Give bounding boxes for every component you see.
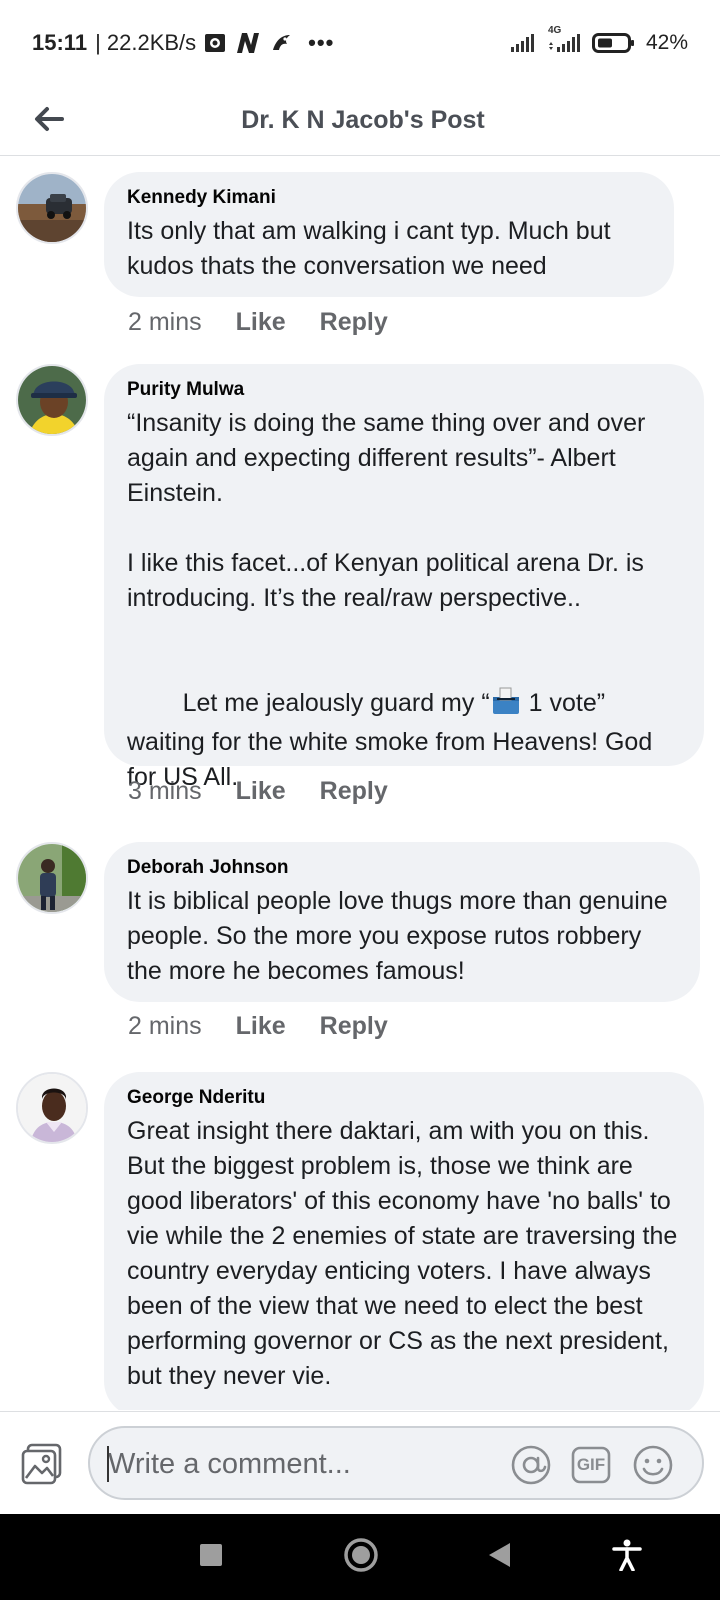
comment-list: Kennedy Kimani Its only that am walking … xyxy=(0,157,720,1410)
notification-app-icon xyxy=(204,33,226,53)
status-more-icon: ••• xyxy=(308,30,335,55)
comment-actions: 2 mins Like Reply xyxy=(128,1012,388,1041)
like-button[interactable]: Like xyxy=(236,308,286,337)
avatar[interactable] xyxy=(16,1072,88,1144)
comment-bubble: George Nderitu Great insight there dakta… xyxy=(104,1072,704,1410)
system-nav-bar xyxy=(0,1514,720,1600)
comment-actions: 3 mins Like Reply xyxy=(128,777,388,806)
comment-text-quote: “Insanity is doing the same thing over a… xyxy=(127,409,653,507)
comment-text: Great insight there daktari, am with you… xyxy=(127,1117,685,1390)
post-header: Dr. K N Jacob's Post xyxy=(0,86,720,156)
comment-text-paragraph: I like this facet...of Kenyan political … xyxy=(127,549,651,612)
signal-4g-icon: 4G xyxy=(546,25,582,53)
comment-bubble: Deborah Johnson It is biblical people lo… xyxy=(104,842,700,1002)
emoji-icon xyxy=(632,1445,674,1490)
reply-button[interactable]: Reply xyxy=(320,777,388,806)
comment-author[interactable]: George Nderitu xyxy=(127,1086,682,1110)
avatar[interactable] xyxy=(16,842,88,914)
like-button[interactable]: Like xyxy=(236,1012,286,1041)
circle-icon xyxy=(343,1537,379,1578)
reply-button[interactable]: Reply xyxy=(320,1012,388,1041)
comment-author[interactable]: Purity Mulwa xyxy=(127,378,682,402)
reply-button[interactable]: Reply xyxy=(320,308,388,337)
accessibility-icon xyxy=(612,1539,642,1576)
status-bar: 15:11 | 22.2KB/s ••• 4G 42% xyxy=(0,0,720,86)
arrow-left-icon xyxy=(34,106,64,137)
photo-button[interactable] xyxy=(20,1442,64,1486)
accessibility-button[interactable] xyxy=(604,1534,650,1580)
comment-bubble: Purity Mulwa “Insanity is doing the same… xyxy=(104,364,704,791)
avatar[interactable] xyxy=(16,364,88,436)
comment-input-container[interactable]: GIF xyxy=(88,1426,704,1500)
notification-n-icon xyxy=(234,31,262,55)
square-icon xyxy=(199,1543,223,1572)
signal-icon xyxy=(510,33,536,53)
battery-icon xyxy=(591,32,636,54)
avatar[interactable] xyxy=(16,172,88,244)
emoji-button[interactable] xyxy=(632,1444,674,1486)
comment-time[interactable]: 3 mins xyxy=(128,777,202,806)
comment-text: It is biblical people love thugs more th… xyxy=(127,887,675,985)
comment-bubble: Kennedy Kimani Its only that am walking … xyxy=(104,172,674,297)
comment-author[interactable]: Deborah Johnson xyxy=(127,856,678,880)
recents-button[interactable] xyxy=(188,1534,234,1580)
at-icon xyxy=(510,1445,552,1490)
comment-author[interactable]: Kennedy Kimani xyxy=(127,186,652,210)
triangle-icon xyxy=(486,1541,512,1574)
gif-label: GIF xyxy=(576,1455,606,1474)
comment-time[interactable]: 2 mins xyxy=(128,308,202,337)
status-network-speed: | 22.2KB/s xyxy=(95,30,197,55)
gif-button[interactable]: GIF xyxy=(570,1444,612,1486)
mention-button[interactable] xyxy=(510,1444,552,1486)
photo-icon xyxy=(20,1443,64,1490)
comment-composer: GIF xyxy=(0,1411,720,1514)
text-caret xyxy=(107,1446,109,1482)
back-button[interactable] xyxy=(24,96,74,146)
status-time: 15:11 xyxy=(32,30,88,55)
comment-time[interactable]: 2 mins xyxy=(128,1012,202,1041)
home-button[interactable] xyxy=(338,1534,384,1580)
comment-actions: 2 mins Like Reply xyxy=(128,308,388,337)
comment-text-segment: Let me jealously guard my “ xyxy=(182,689,490,717)
comment-text: Its only that am walking i cant typ. Muc… xyxy=(127,217,618,280)
network-type-label: 4G xyxy=(547,25,562,36)
nav-back-button[interactable] xyxy=(476,1534,522,1580)
notification-bird-icon xyxy=(270,32,292,54)
comment-input[interactable] xyxy=(108,1445,488,1483)
like-button[interactable]: Like xyxy=(236,777,286,806)
gif-icon: GIF xyxy=(570,1444,612,1486)
page-title: Dr. K N Jacob's Post xyxy=(241,106,485,134)
ballot-box-icon xyxy=(490,687,522,725)
battery-level: 42% xyxy=(645,31,688,54)
